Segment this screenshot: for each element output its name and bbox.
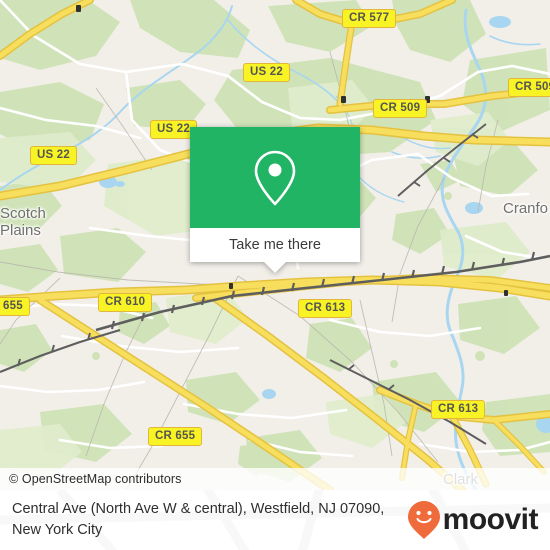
moovit-logo[interactable]: moovit [407, 500, 539, 540]
road-shield-cr-613-lower[interactable]: CR 613 [431, 400, 486, 419]
popup-header [190, 127, 360, 228]
road-shield-us-22-left[interactable]: US 22 [30, 146, 77, 165]
map-screenshot: CR 577 US 22 CR 509 CR 509 US 22 US 22 6… [0, 0, 550, 550]
map-canvas[interactable]: CR 577 US 22 CR 509 CR 509 US 22 US 22 6… [0, 0, 550, 490]
footer-bar: Central Ave (North Ave W & central), Wes… [0, 490, 550, 550]
moovit-wordmark: moovit [442, 503, 539, 536]
take-me-there-button[interactable]: Take me there [190, 228, 360, 262]
map-attribution[interactable]: © OpenStreetMap contributors [0, 468, 550, 490]
take-me-there-label: Take me there [229, 237, 321, 253]
road-shield-cr-577[interactable]: CR 577 [342, 9, 397, 28]
road-shield-cr-613-mid[interactable]: CR 613 [298, 299, 353, 318]
map-pin-icon [254, 150, 296, 205]
attribution-text: © OpenStreetMap contributors [9, 472, 182, 486]
road-shield-cr-509-mid[interactable]: CR 509 [373, 99, 428, 118]
location-title: Central Ave (North Ave W & central), Wes… [12, 501, 385, 538]
road-shield-cr-655-bottom[interactable]: CR 655 [148, 427, 203, 446]
moovit-pin-smiley-icon [407, 501, 440, 539]
road-shield-cr-509-right[interactable]: CR 509 [508, 78, 550, 97]
road-shield-cr-655-left[interactable]: 655 [0, 297, 30, 316]
popup-pointer [264, 262, 286, 273]
road-shield-us-22-top[interactable]: US 22 [243, 63, 290, 82]
location-popup[interactable]: Take me there [190, 127, 360, 273]
road-shield-cr-610[interactable]: CR 610 [98, 293, 153, 312]
